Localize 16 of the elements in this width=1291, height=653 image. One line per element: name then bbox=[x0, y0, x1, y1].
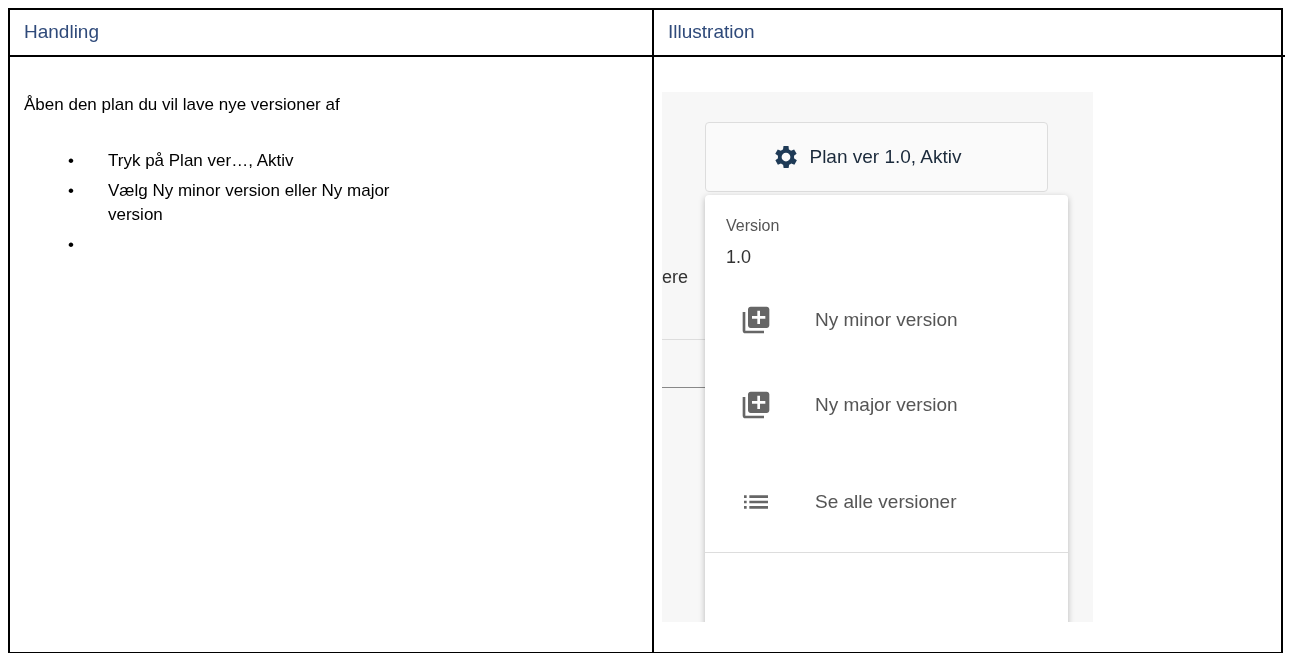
plan-version-button[interactable]: Plan ver 1.0, Aktiv bbox=[705, 122, 1048, 192]
column-header: Handling bbox=[24, 21, 99, 43]
version-value: 1.0 bbox=[726, 247, 752, 268]
bullet-marker: • bbox=[68, 181, 74, 200]
bullet-marker: • bbox=[68, 235, 74, 254]
menu-item[interactable]: Ny minor version bbox=[705, 284, 1068, 356]
version-label: Version bbox=[726, 217, 780, 235]
menu-item[interactable]: Se alle versioner bbox=[705, 453, 1068, 550]
add-to-stack-icon bbox=[740, 304, 772, 336]
instruction-text: Åben den plan du vil lave nye versioner af bbox=[24, 95, 340, 114]
column-header: Illustration bbox=[668, 21, 755, 43]
bullet-text: Tryk på Plan ver…, Aktiv bbox=[108, 150, 295, 172]
bullet-marker: • bbox=[68, 151, 74, 170]
bullet-text: Vælg Ny minor version eller Ny major version bbox=[108, 180, 391, 226]
menu-item[interactable]: Ny major version bbox=[705, 356, 1068, 453]
partial-text: ere bbox=[662, 267, 688, 288]
